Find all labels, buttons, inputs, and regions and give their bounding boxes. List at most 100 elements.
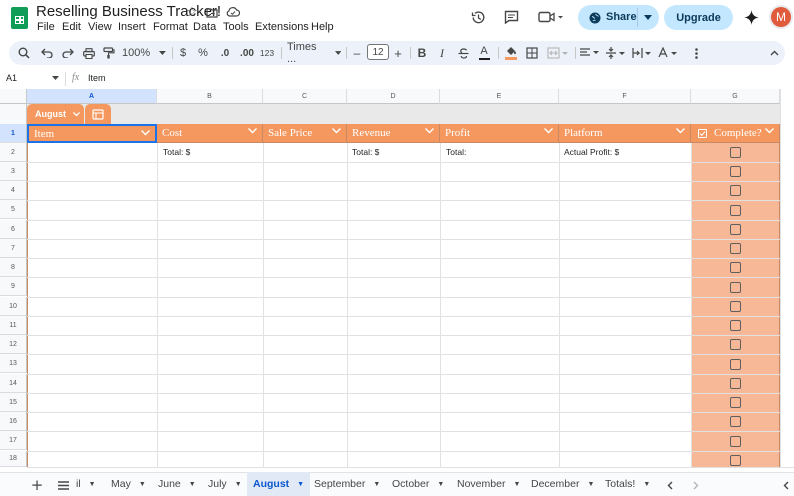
- column-header-f[interactable]: F: [559, 89, 691, 104]
- complete-checkbox[interactable]: [730, 436, 741, 447]
- row-header-8[interactable]: 8: [0, 258, 27, 277]
- column-header-a[interactable]: A: [27, 89, 157, 104]
- complete-checkbox[interactable]: [730, 262, 741, 273]
- complete-checkbox[interactable]: [730, 320, 741, 331]
- complete-checkbox[interactable]: [730, 339, 741, 350]
- share-dropdown-icon[interactable]: [642, 11, 654, 24]
- filter-icon[interactable]: [765, 128, 774, 134]
- complete-checkbox[interactable]: [730, 359, 741, 370]
- menu-tools[interactable]: Tools: [223, 21, 249, 33]
- undo-icon[interactable]: [38, 41, 56, 65]
- percent-format-button[interactable]: %: [196, 41, 210, 65]
- column-header-e[interactable]: E: [440, 89, 559, 104]
- row-header-10[interactable]: 10: [0, 297, 27, 316]
- name-box[interactable]: A1: [6, 73, 17, 83]
- sheet-tab-august[interactable]: August ▼: [247, 472, 311, 496]
- name-box-dropdown-icon[interactable]: [51, 75, 59, 81]
- comments-icon[interactable]: [502, 8, 520, 26]
- scroll-tabs-left-icon[interactable]: [664, 479, 676, 491]
- actual-profit-cell[interactable]: Actual Profit: $: [564, 147, 619, 157]
- menu-format[interactable]: Format: [153, 21, 188, 33]
- table-options-icon[interactable]: [85, 104, 111, 124]
- column-header-d[interactable]: D: [347, 89, 440, 104]
- grid-corner[interactable]: [0, 89, 27, 104]
- font-family-select[interactable]: Times ...: [287, 41, 341, 65]
- increase-font-size-button[interactable]: +: [392, 41, 404, 65]
- sheet-tab-july[interactable]: July ▼: [208, 472, 242, 496]
- gemini-sparkle-icon[interactable]: [742, 8, 760, 26]
- increase-decimal-button[interactable]: .00: [236, 41, 258, 65]
- table-name-chip[interactable]: August: [27, 104, 84, 124]
- complete-checkbox[interactable]: [730, 224, 741, 235]
- text-color-button[interactable]: A: [476, 41, 492, 65]
- strikethrough-icon[interactable]: [455, 41, 471, 65]
- move-folder-icon[interactable]: [205, 5, 219, 19]
- filter-icon[interactable]: [425, 128, 434, 134]
- row-header-14[interactable]: 14: [0, 374, 27, 393]
- currency-format-button[interactable]: $: [176, 41, 190, 65]
- row-header-15[interactable]: 15: [0, 393, 27, 412]
- all-sheets-icon[interactable]: [56, 478, 70, 492]
- sheet-tab-november[interactable]: November ▼: [457, 472, 520, 496]
- filter-icon[interactable]: [676, 128, 685, 134]
- profit-total-cell[interactable]: Total:: [446, 147, 466, 157]
- meet-icon[interactable]: [537, 8, 565, 26]
- filter-icon[interactable]: [544, 128, 553, 134]
- table-header-profit[interactable]: Profit: [440, 124, 559, 143]
- menu-file[interactable]: File: [37, 21, 55, 33]
- vertical-align-icon[interactable]: [605, 41, 627, 65]
- fill-color-icon[interactable]: [503, 41, 519, 65]
- row-header-1[interactable]: 1: [0, 124, 27, 143]
- table-header-cost[interactable]: Cost: [157, 124, 263, 143]
- cost-total-cell[interactable]: Total: $: [163, 147, 190, 157]
- row-header-13[interactable]: 13: [0, 354, 27, 373]
- menu-help[interactable]: Help: [311, 21, 334, 33]
- bold-button[interactable]: B: [415, 41, 429, 65]
- decrease-decimal-button[interactable]: .0: [216, 41, 234, 65]
- complete-checkbox[interactable]: [730, 147, 741, 158]
- table-header-item[interactable]: Item: [27, 124, 157, 143]
- row-header-5[interactable]: 5: [0, 200, 27, 219]
- collapse-toolbar-icon[interactable]: [767, 41, 781, 65]
- table-header-complete[interactable]: Complete?: [691, 124, 780, 143]
- text-wrapping-icon[interactable]: [631, 41, 653, 65]
- table-header-sale-price[interactable]: Sale Price: [263, 124, 347, 143]
- column-header-b[interactable]: B: [157, 89, 263, 104]
- horizontal-align-icon[interactable]: [579, 41, 601, 65]
- search-menus-icon[interactable]: [15, 41, 33, 65]
- filter-icon[interactable]: [141, 130, 150, 136]
- revenue-total-cell[interactable]: Total: $: [352, 147, 379, 157]
- row-header-3[interactable]: 3: [0, 162, 27, 181]
- menu-view[interactable]: View: [88, 21, 112, 33]
- row-header-2[interactable]: 2: [0, 143, 27, 162]
- sheet-tab-april[interactable]: il ▼: [76, 472, 96, 496]
- decrease-font-size-button[interactable]: –: [351, 41, 363, 65]
- sheet-tab-may[interactable]: May ▼: [111, 472, 146, 496]
- sheet-tab-september[interactable]: September ▼: [314, 472, 380, 496]
- share-button[interactable]: Share: [578, 5, 659, 30]
- menu-insert[interactable]: Insert: [118, 21, 146, 33]
- row-header-16[interactable]: 16: [0, 412, 27, 431]
- merge-cells-icon[interactable]: [545, 41, 571, 65]
- scroll-tabs-right-icon[interactable]: [690, 479, 702, 491]
- font-size-input[interactable]: 12: [367, 44, 389, 60]
- menu-extensions[interactable]: Extensions: [255, 21, 309, 33]
- text-rotation-icon[interactable]: [657, 41, 679, 65]
- menu-data[interactable]: Data: [193, 21, 216, 33]
- complete-checkbox[interactable]: [730, 455, 741, 466]
- number-format-button[interactable]: 123: [259, 41, 275, 65]
- row-header-12[interactable]: 12: [0, 335, 27, 354]
- complete-checkbox[interactable]: [730, 378, 741, 389]
- column-header-g[interactable]: G: [691, 89, 780, 104]
- version-history-icon[interactable]: [469, 8, 487, 26]
- complete-checkbox[interactable]: [730, 166, 741, 177]
- row-header-11[interactable]: 11: [0, 316, 27, 335]
- table-header-platform[interactable]: Platform: [559, 124, 691, 143]
- sheet-tab-june[interactable]: June ▼: [158, 472, 196, 496]
- table-header-revenue[interactable]: Revenue: [347, 124, 440, 143]
- complete-checkbox[interactable]: [730, 185, 741, 196]
- complete-checkbox[interactable]: [730, 282, 741, 293]
- filter-icon[interactable]: [332, 128, 341, 134]
- row-header-9[interactable]: 9: [0, 277, 27, 296]
- complete-checkbox[interactable]: [730, 397, 741, 408]
